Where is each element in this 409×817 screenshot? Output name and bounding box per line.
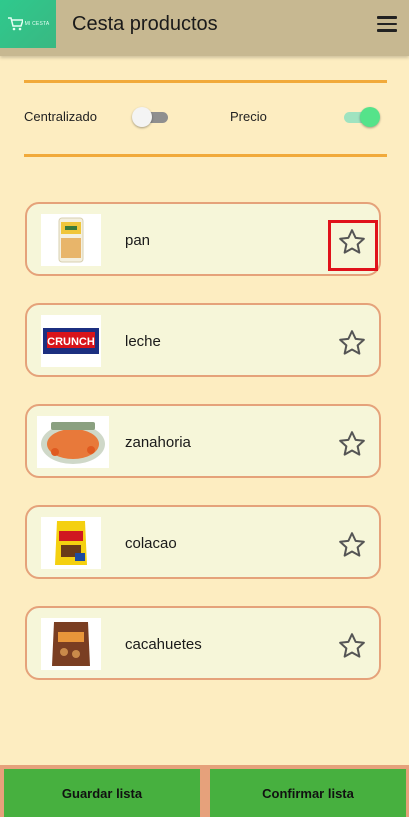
product-image-leche: CRUNCH (41, 315, 101, 367)
product-image-pan (41, 214, 101, 266)
bottom-divider (24, 154, 387, 157)
product-image-zanahoria (37, 416, 109, 468)
cart-icon (7, 17, 23, 31)
confirm-list-button[interactable]: Confirmar lista (210, 769, 406, 817)
star-icon[interactable] (337, 429, 367, 459)
app-bar: MI CESTA Cesta productos (0, 0, 409, 56)
app-logo[interactable]: MI CESTA (0, 0, 56, 48)
product-card[interactable]: colacao (25, 505, 381, 579)
product-name: colacao (125, 535, 177, 552)
page-title: Cesta productos (72, 13, 218, 35)
product-image-cacahuetes (41, 618, 101, 670)
star-icon[interactable] (337, 328, 367, 358)
top-divider (24, 80, 387, 83)
product-card[interactable]: CRUNCH leche (25, 303, 381, 377)
product-card[interactable]: pan (25, 202, 381, 276)
product-name: leche (125, 333, 161, 350)
product-card[interactable]: cacahuetes (25, 606, 381, 680)
product-name: cacahuetes (125, 636, 202, 653)
star-icon[interactable] (337, 631, 367, 661)
svg-text:CRUNCH: CRUNCH (47, 336, 95, 348)
star-icon[interactable] (337, 227, 367, 257)
filter-row: Centralizado Precio (24, 100, 387, 134)
centralizado-label: Centralizado (24, 109, 97, 124)
precio-label: Precio (230, 109, 267, 124)
product-image-colacao (41, 517, 101, 569)
save-list-button[interactable]: Guardar lista (4, 769, 200, 817)
logo-text: MI CESTA (24, 21, 50, 27)
star-icon[interactable] (337, 530, 367, 560)
product-name: pan (125, 232, 151, 249)
centralizado-toggle[interactable] (132, 106, 172, 128)
hamburger-menu-icon[interactable] (377, 16, 397, 32)
product-card[interactable]: zanahoria (25, 404, 381, 478)
product-name: zanahoria (125, 434, 191, 451)
precio-toggle[interactable] (340, 106, 380, 128)
